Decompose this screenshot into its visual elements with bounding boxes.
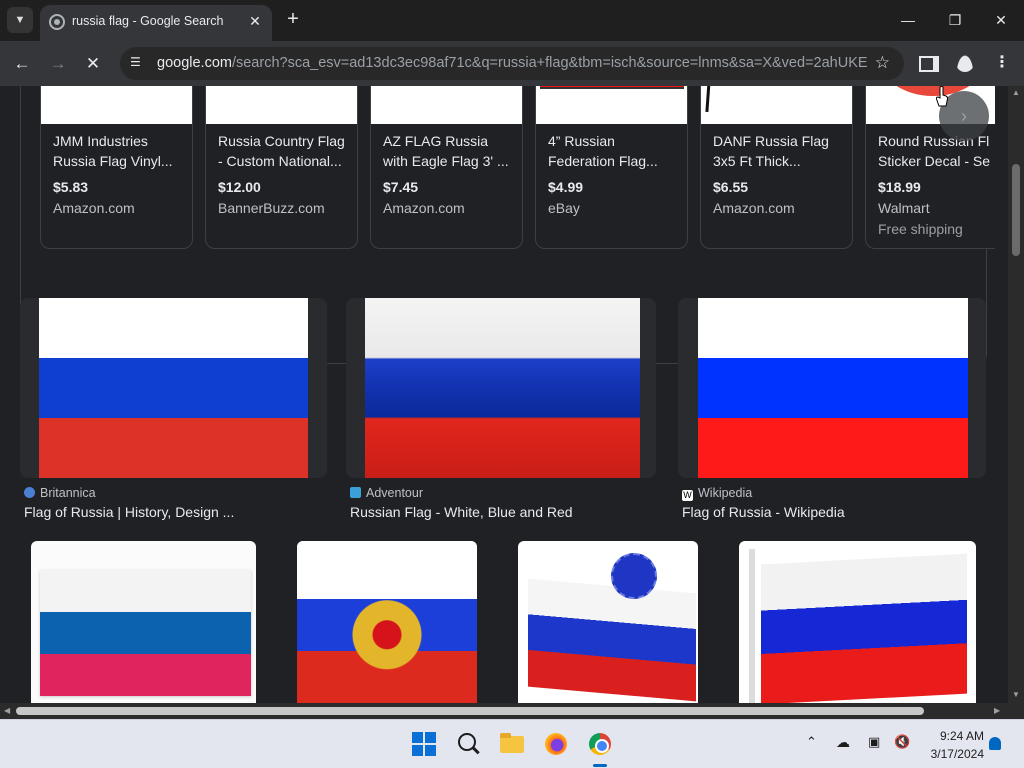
windows-start-icon[interactable] bbox=[408, 728, 440, 760]
adventour-favicon-icon bbox=[350, 487, 361, 498]
notification-bell-icon[interactable] bbox=[989, 737, 1001, 750]
windows-taskbar: ⌃ ☁ ▣ 🔇 9:24 AM 3/17/2024 bbox=[0, 719, 1024, 768]
russia-flag-image bbox=[40, 570, 251, 696]
product-price: $6.55 bbox=[713, 179, 749, 195]
image-caption[interactable]: Flag of Russia | History, Design ... bbox=[24, 504, 234, 520]
back-button[interactable]: ← bbox=[9, 51, 35, 77]
shopping-card[interactable]: Russia Country Flag - Custom National... … bbox=[205, 86, 358, 249]
image-source[interactable]: Britannica bbox=[24, 486, 96, 500]
tab-close-icon[interactable]: ✕ bbox=[246, 12, 264, 30]
tab-search-button[interactable]: ▼ bbox=[7, 7, 33, 33]
address-bar[interactable]: ☰ google.com/search?sca_esv=ad13dc3ec98a… bbox=[120, 47, 904, 80]
shopping-card[interactable]: JMM Industries Russia Flag Vinyl... $5.83… bbox=[40, 86, 193, 249]
firefox-icon[interactable] bbox=[540, 728, 572, 760]
flagpole-icon bbox=[749, 549, 755, 703]
show-hidden-icons-icon[interactable]: ⌃ bbox=[806, 734, 817, 750]
scroll-right-icon[interactable]: ▶ bbox=[994, 706, 1000, 715]
shopping-card[interactable]: AZ FLAG Russia with Eagle Flag 3' ... $7.… bbox=[370, 86, 523, 249]
product-image bbox=[536, 86, 687, 124]
image-result[interactable] bbox=[678, 298, 986, 478]
tab-strip: ▼ russia flag - Google Search ✕ + — ❐ ✕ bbox=[0, 0, 1024, 41]
product-price: $4.99 bbox=[548, 179, 584, 195]
horizontal-scrollbar[interactable]: ◀ ▶ bbox=[0, 703, 1008, 719]
image-source[interactable]: W Wikipedia bbox=[682, 486, 752, 501]
scroll-left-icon[interactable]: ◀ bbox=[4, 706, 10, 715]
image-result[interactable] bbox=[346, 298, 656, 478]
restore-button[interactable]: ❐ bbox=[940, 8, 970, 32]
page-content: JMM Industries Russia Flag Vinyl... $5.83… bbox=[0, 86, 1008, 703]
side-panel-icon[interactable] bbox=[917, 51, 941, 75]
russia-flag-image bbox=[39, 298, 308, 478]
new-tab-button[interactable]: + bbox=[281, 7, 305, 31]
image-caption[interactable]: Flag of Russia - Wikipedia bbox=[682, 504, 845, 520]
shopping-card[interactable]: DANF Russia Flag 3x5 Ft Thick... $6.55 Am… bbox=[700, 86, 853, 249]
scroll-up-icon[interactable]: ▲ bbox=[1012, 88, 1020, 97]
vertical-scrollbar[interactable]: ▲ ▼ bbox=[1008, 86, 1024, 703]
onedrive-icon[interactable]: ☁ bbox=[836, 734, 850, 751]
clock-time[interactable]: 9:24 AM bbox=[934, 729, 984, 743]
vertical-scroll-thumb[interactable] bbox=[1012, 164, 1020, 256]
horizontal-scroll-thumb[interactable] bbox=[16, 707, 924, 715]
product-store: eBay bbox=[548, 200, 580, 216]
britannica-favicon-icon bbox=[24, 487, 35, 498]
scrollbar-corner bbox=[1008, 703, 1024, 719]
chrome-icon[interactable] bbox=[584, 728, 616, 760]
product-title: 4” Russian Federation Flag... bbox=[548, 133, 658, 169]
url-text[interactable]: google.com/search?sca_esv=ad13dc3ec98af7… bbox=[157, 55, 867, 71]
volume-muted-icon[interactable]: 🔇 bbox=[894, 734, 910, 750]
flag-badge-icon bbox=[611, 553, 657, 599]
stop-loading-button[interactable]: ✕ bbox=[80, 51, 106, 77]
clock-date[interactable]: 3/17/2024 bbox=[917, 747, 984, 761]
product-shipping: Free shipping bbox=[878, 221, 963, 237]
bookmark-star-icon[interactable]: ☆ bbox=[875, 53, 890, 73]
product-store: Walmart bbox=[878, 200, 930, 216]
site-info-icon[interactable]: ☰ bbox=[130, 55, 146, 71]
product-price: $18.99 bbox=[878, 179, 921, 195]
product-title: Russia Country Flag - Custom National... bbox=[218, 133, 345, 169]
image-result[interactable] bbox=[739, 541, 976, 703]
product-store: Amazon.com bbox=[713, 200, 795, 216]
profile-icon[interactable] bbox=[953, 51, 977, 75]
google-favicon-icon bbox=[49, 14, 65, 30]
product-price: $5.83 bbox=[53, 179, 89, 195]
product-price: $12.00 bbox=[218, 179, 261, 195]
forward-button[interactable]: → bbox=[45, 51, 71, 77]
product-title: DANF Russia Flag 3x5 Ft Thick... bbox=[713, 133, 829, 169]
product-title: AZ FLAG Russia with Eagle Flag 3' ... bbox=[383, 133, 509, 169]
browser-toolbar: ← → ✕ ☰ google.com/search?sca_esv=ad13dc… bbox=[0, 41, 1024, 86]
close-window-button[interactable]: ✕ bbox=[986, 8, 1016, 32]
image-result[interactable] bbox=[20, 298, 327, 478]
russia-flag-image bbox=[761, 553, 967, 703]
image-caption[interactable]: Russian Flag - White, Blue and Red bbox=[350, 504, 573, 520]
active-app-indicator bbox=[593, 764, 607, 767]
product-image bbox=[41, 86, 192, 124]
menu-kebab-icon[interactable]: ⋮ bbox=[990, 51, 1014, 75]
shopping-card[interactable]: 4” Russian Federation Flag... $4.99 eBay bbox=[535, 86, 688, 249]
product-image bbox=[371, 86, 522, 124]
image-result[interactable] bbox=[518, 541, 698, 703]
product-store: Amazon.com bbox=[383, 200, 465, 216]
product-image bbox=[701, 86, 852, 124]
network-icon[interactable]: ▣ bbox=[868, 734, 880, 750]
double-headed-eagle-icon bbox=[345, 566, 429, 691]
russia-flag-image bbox=[365, 298, 640, 478]
russia-flag-image bbox=[698, 298, 968, 478]
image-result[interactable] bbox=[31, 541, 256, 703]
russia-flag-image bbox=[528, 578, 696, 702]
wikipedia-favicon-icon: W bbox=[682, 490, 693, 501]
tab-title: russia flag - Google Search bbox=[72, 14, 224, 28]
minimize-button[interactable]: — bbox=[893, 8, 923, 32]
active-tab[interactable]: russia flag - Google Search ✕ bbox=[40, 5, 272, 41]
product-title: JMM Industries Russia Flag Vinyl... bbox=[53, 133, 173, 169]
product-store: BannerBuzz.com bbox=[218, 200, 325, 216]
file-explorer-icon[interactable] bbox=[496, 728, 528, 760]
image-source[interactable]: Adventour bbox=[350, 486, 423, 500]
image-result[interactable] bbox=[297, 541, 477, 703]
product-price: $7.45 bbox=[383, 179, 419, 195]
scroll-down-icon[interactable]: ▼ bbox=[1012, 690, 1020, 699]
product-image bbox=[206, 86, 357, 124]
search-icon[interactable] bbox=[452, 728, 484, 760]
product-store: Amazon.com bbox=[53, 200, 135, 216]
hand-cursor-icon bbox=[936, 86, 948, 107]
